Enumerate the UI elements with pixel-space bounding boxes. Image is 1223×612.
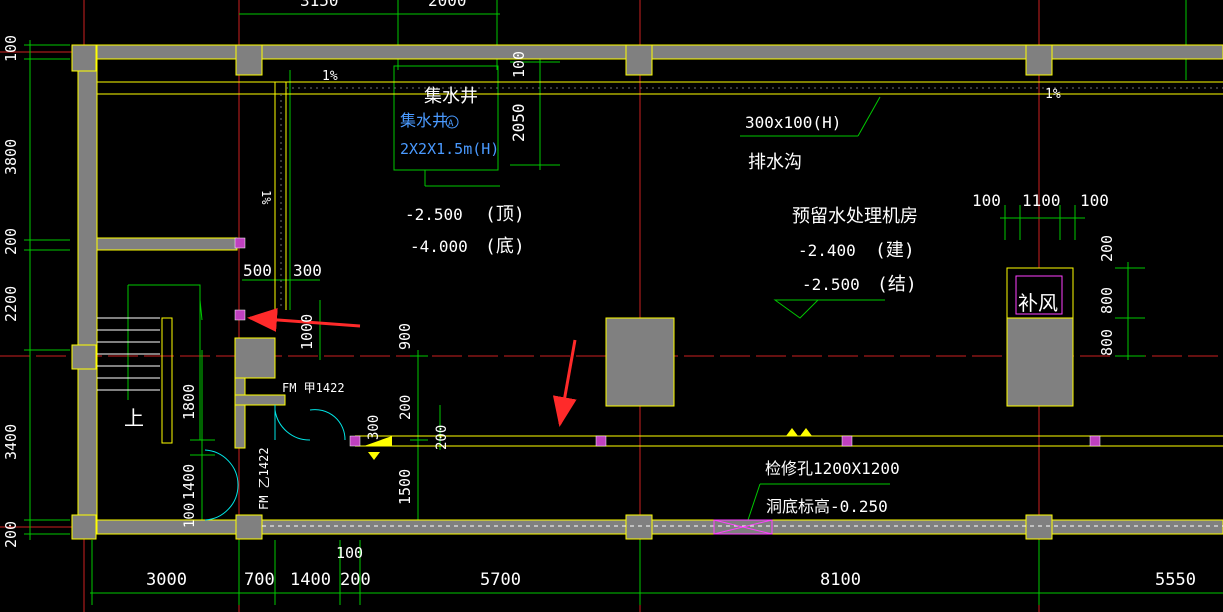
left-dim-2: 3800 [2,139,20,175]
door-2-label: FM 乙1422 [257,447,271,510]
doors [204,405,346,521]
level-bottom-value: -4.000 [410,237,468,256]
hatch-elevation: 洞底标高-0.250 [766,497,888,516]
room-arch-tag: (建) [875,240,915,261]
left-dim-1000: 1000 [298,314,316,350]
bottom-dim-7: 8100 [820,570,861,590]
vent-dim-top-1: 100 [972,191,1001,210]
top-dim-1: 3150 [300,0,339,10]
left-dim-5: 3400 [2,424,20,460]
left-dim-4: 2200 [2,286,20,322]
slope-label-2: 1% [1045,87,1061,102]
room-arch-value: -2.400 [798,241,856,260]
stair-up-label: 上 [124,406,144,430]
sump-title: 集水井 [424,86,478,107]
cad-drawing: 3150 2000 100 3800 200 2200 3400 200 300… [0,0,1223,612]
room-struct-tag: (结) [877,274,917,295]
left-dim-900: 900 [396,323,414,350]
left-dim-300b: 300 [366,415,382,440]
sump-size: 2X2X1.5m(H) [400,140,499,158]
slope-label-1: 1% [322,69,338,84]
door-1-label: FM 甲1422 [282,381,345,395]
vent-label: 补风 [1018,291,1058,315]
room-struct-value: -2.500 [802,275,860,294]
left-dim-300: 300 [293,261,322,280]
level-bottom-tag: (底) [485,236,525,257]
left-dim-1400: 1400 [180,464,198,500]
level-top-tag: (顶) [485,204,525,225]
bottom-dim-3: 1400 [290,570,331,590]
left-dim-1: 100 [2,35,20,62]
sump-dim-depth: 2050 [509,103,528,142]
vent-dim-right-1: 200 [1098,235,1116,262]
vent-dim-right-2: 800 [1098,287,1116,314]
bottom-dim-8: 5550 [1155,570,1196,590]
left-dim-1500: 1500 [396,469,414,505]
left-dim-6: 200 [2,521,20,548]
left-dim-3: 200 [2,228,20,255]
trench-size: 300x100(H) [745,113,841,132]
level-top-value: -2.500 [405,205,463,224]
drain-symbols [364,428,812,460]
hatch-name-size: 检修孔1200X1200 [765,459,900,478]
left-dim-100: 100 [182,503,198,528]
left-dim-500: 500 [243,261,272,280]
bottom-dim-6: 5700 [480,570,521,590]
room-name: 预留水处理机房 [792,206,918,227]
vent-dim-right-3: 800 [1098,329,1116,356]
sump-dim-wall: 100 [510,51,528,78]
vent-dim-top-3: 100 [1080,191,1109,210]
trench-name: 排水沟 [748,152,802,173]
left-dim-1800: 1800 [180,384,198,420]
bottom-dim-5: 100 [336,544,363,562]
sump-symbol: A [448,119,454,129]
vent-dim-top-2: 1100 [1022,191,1061,210]
left-dim-200a: 200 [398,395,414,420]
slope-label-3: 1% [259,190,273,205]
bottom-dim-2: 700 [244,570,275,590]
left-dim-200b: 200 [434,425,450,450]
bottom-dim-4: 200 [340,570,371,590]
bottom-dim-1: 3000 [146,570,187,590]
sump-label-blue: 集水井 [400,111,448,130]
top-dim-2: 2000 [428,0,467,10]
